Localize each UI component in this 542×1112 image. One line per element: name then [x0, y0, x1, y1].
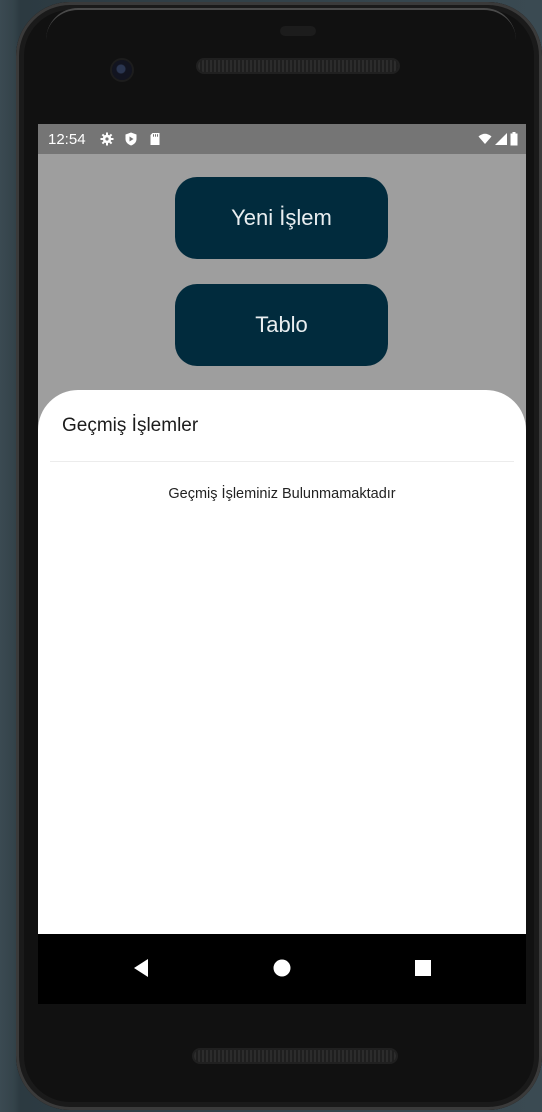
empty-history-message: Geçmiş İşleminiz Bulunmamaktadır [168, 486, 396, 502]
sd-card-icon [148, 132, 162, 146]
table-button[interactable]: Tablo [175, 284, 388, 366]
sheet-title: Geçmiş İşlemler [62, 415, 199, 436]
history-bottom-sheet: Geçmiş İşlemler Geçmiş İşleminiz Bulunma… [38, 390, 526, 935]
bezel-highlight [46, 8, 516, 40]
navigation-bar [38, 934, 526, 1004]
earpiece-speaker [198, 60, 398, 72]
status-bar: 12:54 [38, 124, 526, 154]
signal-icon [494, 132, 508, 146]
front-camera-icon [112, 60, 132, 80]
gear-icon [100, 132, 114, 146]
shield-icon [124, 132, 138, 146]
bottom-speaker [194, 1050, 396, 1062]
back-icon[interactable] [129, 956, 153, 980]
battery-icon [510, 132, 518, 146]
proximity-sensor [280, 26, 316, 36]
home-icon[interactable] [270, 956, 294, 980]
new-transaction-label: Yeni İşlem [231, 205, 332, 230]
sheet-divider [50, 461, 514, 462]
new-transaction-button[interactable]: Yeni İşlem [175, 177, 388, 259]
table-label: Tablo [255, 312, 308, 337]
recents-icon[interactable] [411, 956, 435, 980]
status-time: 12:54 [48, 131, 86, 148]
wifi-icon [478, 132, 492, 146]
device-screen: 12:54 Yeni İşlem Tablo Geçmiş İşlemler G… [38, 124, 526, 1004]
